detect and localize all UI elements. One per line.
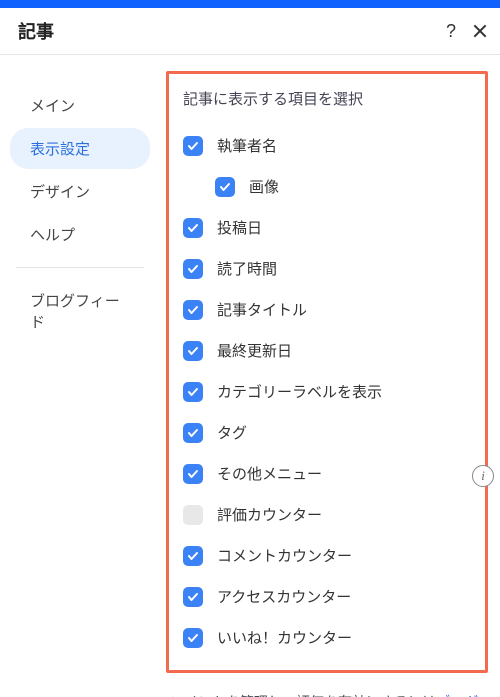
option-label: いいね！カウンター (217, 627, 352, 648)
panel-header: 記事 ? (0, 8, 500, 55)
panel-title: 記事 (18, 18, 446, 44)
option-row[interactable]: 評価カウンター (183, 494, 471, 535)
option-label: 投稿日 (217, 217, 262, 238)
option-label: 画像 (249, 176, 279, 197)
checkbox-icon[interactable] (183, 587, 203, 607)
highlight-box: 記事に表示する項目を選択 執筆者名画像投稿日読了時間記事タイトル最終更新日カテゴ… (166, 71, 488, 673)
checkbox-icon[interactable] (183, 382, 203, 402)
checkbox-icon[interactable] (183, 136, 203, 156)
checkbox-icon[interactable] (183, 218, 203, 238)
option-row[interactable]: 読了時間 (183, 248, 471, 289)
sidebar-item-main[interactable]: メイン (10, 85, 150, 126)
sidebar-item-blogfeed[interactable]: ブログフィード (10, 280, 150, 342)
checkbox-icon[interactable] (183, 464, 203, 484)
checkbox-icon[interactable] (183, 628, 203, 648)
option-label: カテゴリーラベルを表示 (217, 381, 382, 402)
option-label: 評価カウンター (217, 504, 322, 525)
options-list: 執筆者名画像投稿日読了時間記事タイトル最終更新日カテゴリーラベルを表示タグその他… (183, 125, 471, 658)
option-row[interactable]: いいね！カウンター (183, 617, 471, 658)
info-icon[interactable]: i (472, 465, 494, 487)
sidebar-item-display[interactable]: 表示設定 (10, 128, 150, 169)
checkbox-icon[interactable] (183, 505, 203, 525)
sidebar-item-design[interactable]: デザイン (10, 171, 150, 212)
option-label: タグ (217, 422, 247, 443)
checkbox-icon[interactable] (183, 341, 203, 361)
checkbox-icon[interactable] (215, 177, 235, 197)
sidebar-divider (16, 267, 144, 268)
option-row[interactable]: アクセスカウンター (183, 576, 471, 617)
footer-text: コメントを管理し、評価を有効にするにはブログ設定に移動します (166, 691, 488, 697)
option-label: 記事タイトル (217, 299, 307, 320)
sidebar-item-help[interactable]: ヘルプ (10, 214, 150, 255)
option-label: 最終更新日 (217, 340, 292, 361)
checkbox-icon[interactable] (183, 546, 203, 566)
option-label: その他メニュー (217, 463, 322, 484)
option-label: コメントカウンター (217, 545, 352, 566)
close-icon[interactable] (472, 23, 488, 39)
option-label: 読了時間 (217, 258, 277, 279)
option-row[interactable]: 投稿日 (183, 207, 471, 248)
option-row[interactable]: コメントカウンター (183, 535, 471, 576)
option-row[interactable]: 記事タイトル (183, 289, 471, 330)
section-title: 記事に表示する項目を選択 (183, 88, 471, 109)
checkbox-icon[interactable] (183, 300, 203, 320)
option-row[interactable]: 画像 (183, 166, 471, 207)
option-label: 執筆者名 (217, 135, 277, 156)
option-label: アクセスカウンター (217, 586, 351, 607)
option-row[interactable]: タグ (183, 412, 471, 453)
option-row[interactable]: その他メニュー (183, 453, 471, 494)
checkbox-icon[interactable] (183, 259, 203, 279)
option-row[interactable]: カテゴリーラベルを表示 (183, 371, 471, 412)
sidebar: メイン 表示設定 デザイン ヘルプ ブログフィード (0, 55, 160, 697)
panel-body: メイン 表示設定 デザイン ヘルプ ブログフィード 記事に表示する項目を選択 執… (0, 55, 500, 697)
option-row[interactable]: 執筆者名 (183, 125, 471, 166)
main-content: 記事に表示する項目を選択 執筆者名画像投稿日読了時間記事タイトル最終更新日カテゴ… (160, 55, 500, 697)
window-topbar (0, 0, 500, 8)
checkbox-icon[interactable] (183, 423, 203, 443)
header-actions: ? (446, 21, 488, 42)
help-icon[interactable]: ? (446, 21, 456, 42)
option-row[interactable]: 最終更新日 (183, 330, 471, 371)
